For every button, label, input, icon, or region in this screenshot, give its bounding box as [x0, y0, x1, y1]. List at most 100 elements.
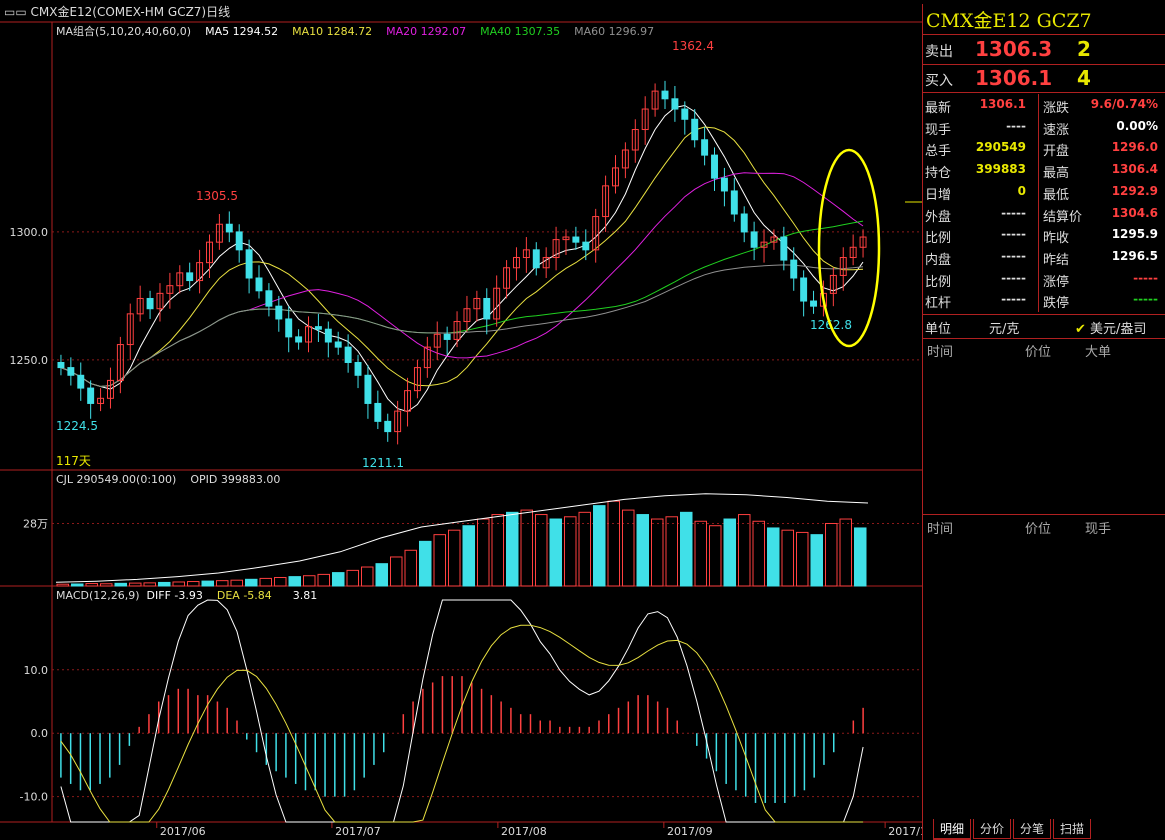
candle-body — [255, 277, 263, 292]
x-tick-label: 2017/10 — [888, 825, 922, 838]
candle-body — [701, 139, 709, 156]
candle-body — [87, 387, 95, 404]
volume-bar — [593, 505, 606, 587]
quote-row: 比例 ----- 涨停 ----- — [923, 269, 1165, 290]
volume-bar — [158, 581, 171, 587]
unit-label: 单位 — [925, 322, 952, 337]
quote-label: 涨跌 — [1043, 101, 1070, 116]
volume-bar — [723, 518, 736, 587]
candle-body — [750, 231, 758, 248]
candle-body — [324, 328, 332, 343]
volume-tick-label: 28万 — [23, 517, 48, 530]
candle-body — [374, 402, 382, 422]
dea-value: DEA -5.84 — [216, 589, 272, 602]
ma-legend-item: MA组合(5,10,20,40,60,0) — [56, 25, 192, 38]
volume-bar — [462, 525, 475, 587]
candle-body — [285, 318, 293, 338]
quote-value: 1306.1 — [979, 97, 1026, 111]
quote-value: ----- — [1001, 205, 1026, 220]
low2-label: 1211.1 — [362, 456, 404, 470]
candle-body — [146, 297, 154, 310]
quote-label: 昨收 — [1043, 231, 1070, 247]
window-title-text: CMX金E12(COMEX-HM GCZ7)日线 — [30, 5, 231, 19]
bottom-tabs: 明细 分价 分笔 扫描 — [933, 819, 1093, 840]
volume-bar — [332, 572, 345, 587]
tab-detail[interactable]: 明细 — [933, 819, 972, 840]
candle-body — [186, 272, 194, 282]
candle-body — [780, 236, 788, 261]
opid-label: OPID 399883.00 — [190, 473, 281, 486]
quote-label: 现手 — [925, 122, 952, 138]
ma-legend-item: MA40 1307.35 — [480, 25, 561, 38]
sell-label: 卖出 — [925, 44, 953, 60]
diff-value: DIFF -3.93 — [146, 589, 203, 602]
window-title: ▭▭ CMX金E12(COMEX-HM GCZ7)日线 — [4, 3, 230, 20]
volume-bar — [419, 540, 432, 587]
candle-body — [225, 223, 233, 233]
quote-row: 最新 1306.1 涨跌 9.6/0.74% — [923, 95, 1165, 116]
buy-row[interactable]: 买入 1306.1 4 — [923, 65, 1165, 93]
quote-label: 内盘 — [925, 252, 952, 268]
detail-price-header: 价位 — [1025, 522, 1052, 537]
quote-value: 9.6/0.74% — [1090, 97, 1158, 111]
quote-value: ----- — [1133, 292, 1158, 307]
buy-label: 买入 — [925, 73, 953, 89]
sell-row[interactable]: 卖出 1306.3 2 — [923, 36, 1165, 64]
quote-label: 昨结 — [1043, 252, 1070, 268]
macd-value: 3.81 — [292, 589, 318, 602]
volume-bar — [245, 578, 258, 587]
candle-body — [671, 98, 679, 110]
volume-bar — [375, 563, 388, 587]
quote-value: ---- — [1006, 118, 1026, 133]
quote-panel: CMX金E12 GCZ7 卖出 1306.3 2 买入 1306.1 4 最新 1… — [922, 4, 1165, 840]
quote-label: 日增 — [925, 187, 952, 203]
quote-value: 1296.5 — [1111, 248, 1158, 263]
macd-legend: MACD(12,26,9) DIFF -3.93 DEA -5.84 3.81 — [56, 589, 317, 602]
candle-body — [77, 374, 85, 389]
quote-row: 现手 ---- 速涨 0.00% — [923, 117, 1165, 138]
volume-bar — [506, 511, 519, 587]
ma-legend-item: MA20 1292.07 — [386, 25, 467, 38]
unit-row: 单位 元/克 ✔ 美元/盎司 — [923, 316, 1165, 338]
candle-body — [384, 420, 392, 433]
quote-value: ----- — [1001, 270, 1026, 285]
volume-bar — [636, 514, 649, 587]
candle-body — [730, 190, 738, 215]
candle-body — [572, 236, 580, 243]
quote-value: ----- — [1001, 248, 1026, 263]
volume-bar — [854, 527, 867, 587]
price-tick-label: 1250.0 — [10, 354, 49, 367]
unit-yuan-gram[interactable]: 元/克 — [989, 318, 1019, 337]
low1-label: 1224.5 — [56, 419, 98, 433]
quote-value: 1295.9 — [1111, 227, 1158, 242]
tab-price-dist[interactable]: 分价 — [973, 819, 1012, 839]
kline-chart[interactable]: 1250.0 1300.0 28万 10.0 0.0 -10.0 2017/06 2017/0… — [0, 0, 922, 840]
candle-body — [711, 154, 718, 179]
unit-usd-oz[interactable]: ✔ 美元/盎司 — [1075, 318, 1146, 337]
sell-qty: 2 — [1077, 37, 1091, 61]
quote-row: 比例 ----- 昨收 1295.9 — [923, 225, 1165, 246]
quote-label: 总手 — [925, 144, 952, 160]
candle-body — [245, 249, 253, 279]
high-label: 1362.4 — [672, 39, 714, 53]
candle-body — [295, 336, 303, 343]
x-tick-label: 2017/07 — [335, 825, 381, 838]
quote-value: 1306.4 — [1111, 162, 1158, 177]
sell-price: 1306.3 — [975, 37, 1053, 61]
quote-label: 最高 — [1043, 166, 1070, 182]
ma-legend-item: MA60 1296.97 — [574, 25, 655, 38]
quote-value: 1304.6 — [1111, 205, 1158, 220]
days-label: 117天 — [56, 454, 91, 468]
candle-body — [334, 341, 342, 348]
candle-body — [57, 361, 65, 369]
tab-ticks[interactable]: 分笔 — [1013, 819, 1052, 839]
ma-legend-item: MA10 1284.72 — [292, 25, 373, 38]
candle-body — [265, 290, 273, 307]
candle-body — [582, 241, 590, 251]
macd-name: MACD(12,26,9) — [56, 589, 140, 602]
tab-scan[interactable]: 扫描 — [1053, 819, 1092, 839]
volume-bar — [680, 511, 693, 587]
candle-body — [800, 277, 808, 302]
macd-tick-label: -10.0 — [20, 791, 48, 804]
quote-value: ----- — [1133, 270, 1158, 285]
